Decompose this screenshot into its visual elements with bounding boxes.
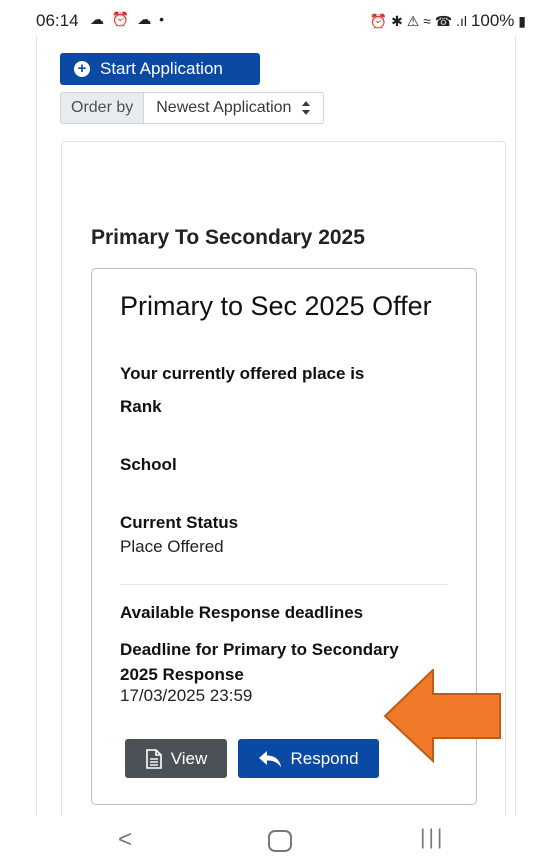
start-application-label: Start Application	[100, 59, 223, 78]
android-nav-bar: < |||	[0, 816, 552, 866]
respond-label: Respond	[290, 748, 359, 768]
order-by-control: Order by Newest Application	[60, 92, 325, 124]
rank-label: Rank	[120, 397, 162, 416]
order-by-value: Newest Application	[156, 99, 292, 116]
offered-place-label: Your currently offered place is	[120, 364, 365, 383]
order-by-label: Order by	[61, 93, 145, 123]
status-time: 06:14	[36, 11, 79, 30]
respond-button[interactable]: Respond	[238, 739, 379, 778]
reply-arrow-icon	[259, 750, 282, 767]
nav-recent-icon[interactable]: |||	[420, 826, 445, 850]
nav-home-icon[interactable]	[268, 830, 292, 852]
battery-icon: ▮	[518, 13, 526, 29]
document-icon	[145, 748, 162, 769]
status-bar: 06:14 ☁ ⏰ ☁ • ⏰ ✱ ⚠ ≈ ☎ .ıl 100% ▮	[0, 0, 552, 40]
nav-back-icon[interactable]: <	[118, 826, 132, 854]
page-border-right	[515, 36, 516, 816]
deadline-value: 17/03/2025 23:59	[120, 686, 253, 705]
current-status-label: Current Status	[120, 513, 239, 532]
page-border-left	[36, 36, 37, 816]
system-status-icons: ⏰ ✱ ⚠ ≈ ☎ .ıl	[369, 13, 468, 29]
school-label: School	[120, 455, 177, 474]
battery-level: 100%	[470, 11, 515, 30]
sort-icon	[302, 101, 311, 115]
order-by-select[interactable]: Newest Application	[144, 93, 324, 123]
system-icons: ⏰ ✱ ⚠ ≈ ☎ .ıl 100% ▮	[370, 11, 526, 31]
divider	[120, 584, 448, 585]
view-button[interactable]: View	[125, 739, 227, 778]
section-title: Primary To Secondary 2025	[91, 226, 365, 249]
plus-circle-icon: +	[74, 61, 90, 77]
notification-icons: ☁ ⏰ ☁ •	[90, 11, 167, 27]
deadlines-heading: Available Response deadlines	[120, 603, 364, 622]
view-label: View	[170, 748, 208, 768]
orange-pointer-arrow	[383, 669, 501, 763]
start-application-button[interactable]: + Start Application	[60, 53, 260, 85]
offer-title: Primary to Sec 2025 Offer	[120, 291, 432, 321]
current-status-value: Place Offered	[120, 537, 224, 556]
deadline-label: Deadline for Primary to Secondary 2025 R…	[120, 640, 399, 684]
